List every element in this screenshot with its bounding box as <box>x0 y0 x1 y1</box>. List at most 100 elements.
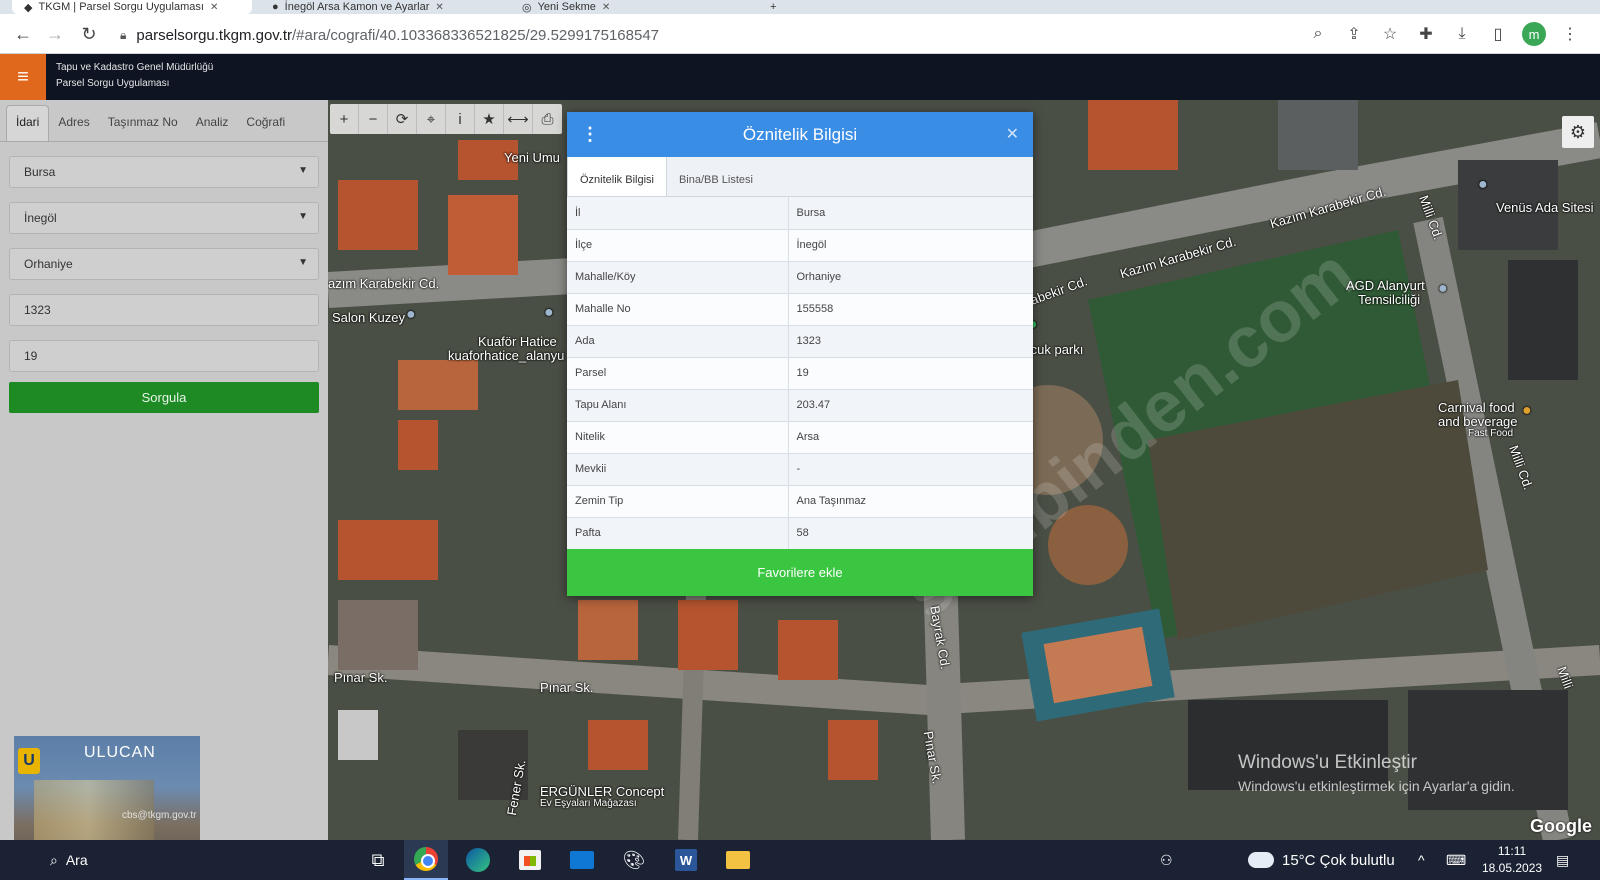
forward-arrow-icon[interactable]: → <box>40 19 70 49</box>
attribute-value: 1323 <box>788 325 1033 358</box>
chevron-up-icon[interactable]: ^ <box>1418 840 1425 880</box>
parsel-input[interactable]: 19 <box>9 340 319 372</box>
people-icon[interactable]: ⚇ <box>1160 840 1173 880</box>
tab-favicon-icon: ◎ <box>522 1 532 14</box>
windows-taskbar: ⌕ Ara ⧉ 🎨︎ W ⚇ 15°C Çok bulutlu ^ ⌨ 11:1… <box>0 840 1600 880</box>
notification-icon[interactable]: ▤ <box>1556 840 1569 880</box>
table-row: Parsel 19 <box>567 357 1033 390</box>
logo-name: ULUCAN <box>84 744 156 761</box>
zoom-out-icon[interactable]: − <box>359 104 388 134</box>
close-icon[interactable]: ✕ <box>435 2 443 13</box>
browser-tab[interactable]: ◎ Yeni Sekme ✕ <box>512 0 752 14</box>
dialog-header: ⋮ Öznitelik Bilgisi ✕ <box>567 112 1033 157</box>
tab-favicon-icon: ● <box>272 1 279 13</box>
address-bar-row: ← → ↻ 🔒︎ parselsorgu.tkgm.gov.tr/#ara/co… <box>0 14 1600 54</box>
ada-value: 1323 <box>24 303 51 317</box>
zoom-in-icon[interactable]: + <box>330 104 359 134</box>
refresh-icon[interactable]: ⟳ <box>388 104 417 134</box>
attribute-key: Mahalle No <box>567 293 789 326</box>
back-arrow-icon[interactable]: ← <box>8 19 38 49</box>
tab-bina-listesi[interactable]: Bina/BB Listesi <box>667 156 765 196</box>
tab-tasinmaz-no[interactable]: Taşınmaz No <box>99 105 187 141</box>
profile-avatar[interactable]: m <box>1522 22 1546 46</box>
gear-icon[interactable]: ⚙ <box>1562 116 1594 148</box>
paint-icon[interactable]: 🎨︎ <box>612 840 656 880</box>
info-icon[interactable]: i <box>446 104 475 134</box>
close-icon[interactable]: ✕ <box>1006 124 1019 144</box>
edge-icon[interactable] <box>456 840 500 880</box>
extensions-icon[interactable]: ✚ <box>1414 20 1438 48</box>
close-icon[interactable]: ✕ <box>602 2 610 13</box>
ada-input[interactable]: 1323 <box>9 294 319 326</box>
map-label: Salon Kuzey <box>332 310 405 325</box>
measure-icon[interactable]: ⟷ <box>504 104 533 134</box>
attribute-value: Arsa <box>788 421 1033 454</box>
chrome-icon[interactable] <box>404 840 448 880</box>
table-row: Mahalle No 155558 <box>567 293 1033 326</box>
map-pin-icon[interactable]: ● <box>1478 176 1488 194</box>
tab-title: Yeni Sekme <box>537 1 596 13</box>
mail-icon[interactable] <box>560 840 604 880</box>
star-icon[interactable]: ★ <box>475 104 504 134</box>
add-favorite-button[interactable]: Favorilere ekle <box>567 549 1033 596</box>
map-pin-icon[interactable]: ● <box>406 306 416 324</box>
kebab-menu-icon[interactable]: ⋮ <box>1558 20 1582 48</box>
tab-oznitelik[interactable]: Öznitelik Bilgisi <box>567 156 667 196</box>
tab-title: TKGM | Parsel Sorgu Uygulaması <box>38 1 204 13</box>
attribute-value: 19 <box>788 357 1033 390</box>
tab-favicon-icon: ◆ <box>24 1 33 14</box>
map-label: Temsilciliği <box>1358 292 1421 307</box>
sorgula-button[interactable]: Sorgula <box>9 382 319 413</box>
activation-title: Windows'u Etkinleştir <box>1238 752 1417 773</box>
close-icon[interactable]: ✕ <box>210 2 218 13</box>
clock-time: 11:11 <box>1497 844 1527 858</box>
tab-adres[interactable]: Adres <box>49 105 98 141</box>
download-icon[interactable]: ⤓ <box>1450 20 1474 48</box>
print-icon[interactable]: ⎙ <box>533 104 562 134</box>
map-pin-icon[interactable]: ● <box>1522 402 1532 420</box>
store-icon[interactable] <box>508 840 552 880</box>
star-icon[interactable]: ☆ <box>1378 20 1402 48</box>
weather-text: 15°C Çok bulutlu <box>1282 851 1395 869</box>
contact-email: cbs@tkgm.gov.tr <box>122 810 197 821</box>
word-icon[interactable]: W <box>664 840 708 880</box>
reload-icon[interactable]: ↻ <box>74 19 104 49</box>
weather-widget[interactable]: 15°C Çok bulutlu <box>1244 840 1395 880</box>
attribute-value: Bursa <box>788 197 1033 230</box>
hamburger-menu-icon[interactable]: ≡ <box>0 54 46 100</box>
map-pin-icon[interactable]: ● <box>1438 280 1448 298</box>
mahalle-select[interactable]: Orhaniye ▼ <box>9 248 319 280</box>
new-tab-button[interactable]: + <box>770 0 790 14</box>
attribute-key: Mevkii <box>567 453 789 486</box>
task-view-icon[interactable]: ⧉ <box>356 840 400 880</box>
keyboard-icon[interactable]: ⌨ <box>1446 840 1466 880</box>
tab-idari[interactable]: İdari <box>6 105 50 141</box>
browser-tab[interactable]: ● İnegöl Arsa Kamon ve Ayarlar ✕ <box>262 0 502 14</box>
map-pin-icon[interactable]: ● <box>544 304 554 322</box>
browser-actions: ⌕ ⇪ ☆ ✚ ⤓ ▯ m ⋮ <box>1306 20 1582 48</box>
attribute-value: - <box>788 453 1033 486</box>
clock[interactable]: 11:11 18.05.2023 <box>1482 843 1542 877</box>
attribute-dialog: ⋮ Öznitelik Bilgisi ✕ Öznitelik Bilgisi … <box>567 112 1033 596</box>
browser-tabstrip: ◆ TKGM | Parsel Sorgu Uygulaması ✕ ● İne… <box>0 0 1600 14</box>
share-icon[interactable]: ⇪ <box>1342 20 1366 48</box>
parsel-value: 19 <box>24 349 38 363</box>
map-label: AGD Alanyurt <box>1346 278 1425 293</box>
tab-analiz[interactable]: Analiz <box>187 105 238 141</box>
zoom-icon[interactable]: ⌕ <box>1306 20 1330 48</box>
folder-icon[interactable] <box>716 840 760 880</box>
locate-icon[interactable]: ⌖ <box>417 104 446 134</box>
browser-tab-active[interactable]: ◆ TKGM | Parsel Sorgu Uygulaması ✕ <box>12 0 252 14</box>
tab-cografi[interactable]: Coğrafi <box>237 105 294 141</box>
map-label: ERGÜNLER Concept <box>540 784 665 799</box>
il-select[interactable]: Bursa ▼ <box>9 156 319 188</box>
sidepanel-icon[interactable]: ▯ <box>1486 20 1510 48</box>
cloud-icon <box>1244 844 1274 868</box>
mahalle-value: Orhaniye <box>24 257 73 271</box>
kebab-menu-icon[interactable]: ⋮ <box>581 124 599 145</box>
ilce-select[interactable]: İnegöl ▼ <box>9 202 319 234</box>
taskbar-search[interactable]: ⌕ Ara <box>50 840 88 880</box>
url-field[interactable]: 🔒︎ parselsorgu.tkgm.gov.tr/#ara/cografi/… <box>120 22 1300 48</box>
clock-date: 18.05.2023 <box>1482 861 1543 875</box>
url-path: /#ara/cografi/40.103368336521825/29.5299… <box>292 26 660 44</box>
